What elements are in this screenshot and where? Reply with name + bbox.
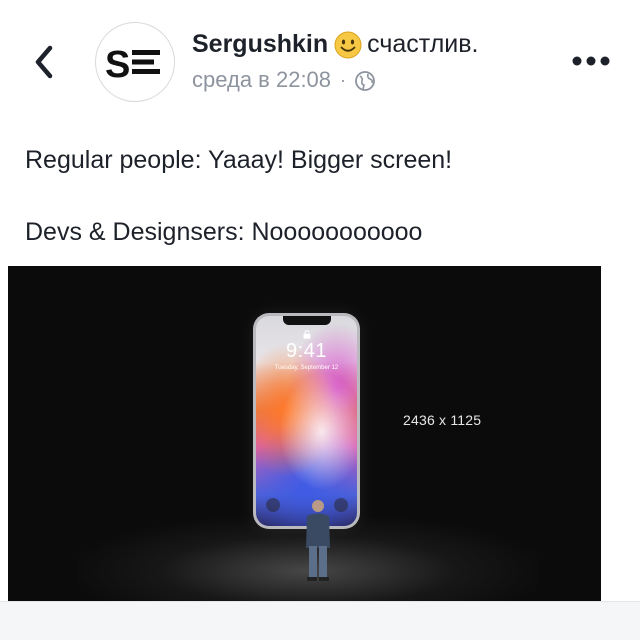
more-options-button[interactable]: [566, 48, 616, 74]
lock-icon: [303, 330, 311, 339]
meta-separator: ·: [340, 69, 347, 90]
post-meta: среда в 22:08 ·: [192, 65, 552, 95]
resolution-label: 2436 x 1125: [403, 412, 482, 428]
avatar-logo: S: [105, 44, 160, 86]
flashlight-icon: [266, 498, 280, 512]
author-avatar[interactable]: S: [95, 22, 175, 102]
post-photo[interactable]: 9:41 Tuesday, September 12 2436 x 1125: [8, 266, 601, 601]
phone-notch: [282, 316, 331, 325]
svg-text:S: S: [105, 44, 130, 86]
facebook-post-screen: S Sergushkin счастлив. среда в 22:08 · R…: [0, 0, 640, 640]
feeling-text: счастлив.: [367, 29, 479, 58]
back-button[interactable]: [26, 42, 66, 82]
photo-margin: [601, 266, 640, 601]
author-name[interactable]: Sergushkin: [192, 30, 328, 59]
phone-lockscreen-date: Tuesday, September 12: [274, 365, 339, 371]
phone-lockscreen-time: 9:41: [286, 340, 327, 362]
post-timestamp[interactable]: среда в 22:08: [192, 67, 331, 93]
post-text-line: Regular people: Yaaay! Bigger screen!: [25, 146, 453, 174]
globe-icon[interactable]: [354, 70, 376, 92]
post-body: Regular people: Yaaay! Bigger screen! De…: [25, 142, 615, 250]
more-dots-icon: [572, 56, 610, 66]
presenter-figure: [306, 500, 330, 581]
post-header: Sergushkin счастлив. среда в 22:08 ·: [192, 27, 552, 95]
chevron-left-icon: [35, 45, 53, 79]
author-line: Sergushkin счастлив.: [192, 27, 552, 61]
post-footer-bar: [0, 601, 640, 640]
smiling-face-icon: [334, 31, 362, 59]
post-text-line: Devs & Designsers: Nooooooooooo: [25, 218, 423, 246]
phone-screen: 9:41 Tuesday, September 12: [256, 316, 357, 526]
